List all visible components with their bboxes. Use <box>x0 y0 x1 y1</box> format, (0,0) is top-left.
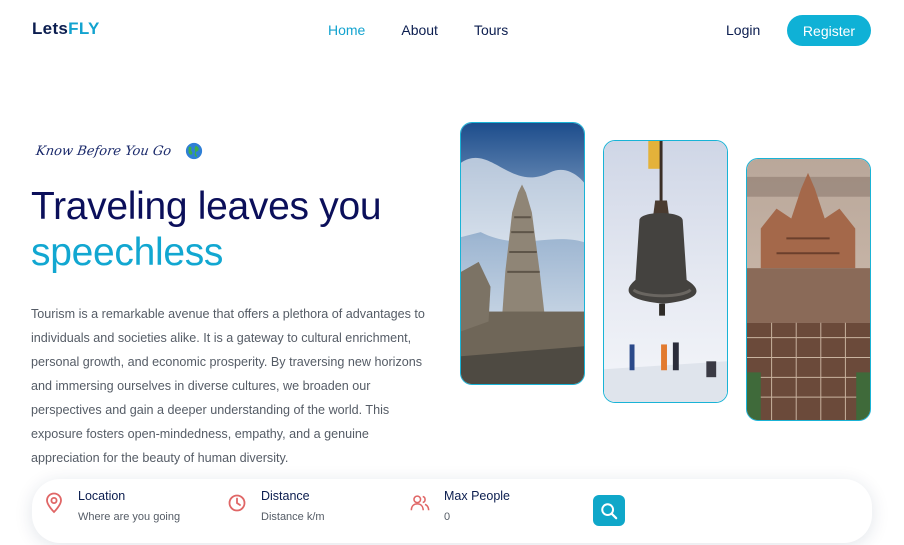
main-menu: Home About Tours <box>328 22 508 38</box>
hero-title-line-1: Traveling leaves you <box>31 185 382 228</box>
brand-logo[interactable]: LetsFLY <box>32 19 100 39</box>
distance-input[interactable]: Distance k/m <box>261 511 325 523</box>
distance-label: Distance <box>261 489 310 503</box>
max-people-field[interactable]: Max People 0 <box>410 489 510 523</box>
gallery-image-temple-complex <box>746 158 871 421</box>
register-button[interactable]: Register <box>787 15 871 46</box>
nav-home-link[interactable]: Home <box>328 22 365 38</box>
users-icon <box>410 495 430 511</box>
nav-tours-link[interactable]: Tours <box>474 22 508 38</box>
hero-title: Traveling leaves you speechless <box>31 184 382 276</box>
brand-part-2: FLY <box>68 19 100 38</box>
login-link[interactable]: Login <box>726 22 760 38</box>
location-field[interactable]: Location Where are you going <box>44 489 180 523</box>
max-people-input[interactable]: 0 <box>444 511 510 523</box>
gallery-image-temple-bell <box>603 140 728 403</box>
search-button[interactable] <box>593 495 625 526</box>
search-icon <box>601 502 618 519</box>
tagline-text: Know Before You Go <box>34 143 173 159</box>
tagline: Know Before You Go <box>34 142 203 160</box>
globe-icon <box>185 142 203 160</box>
location-label: Location <box>78 489 126 503</box>
hero-description: Tourism is a remarkable avenue that offe… <box>31 307 425 465</box>
search-bar: Location Where are you going Distance Di… <box>32 479 872 543</box>
brand-part-1: Lets <box>32 19 69 38</box>
map-pin-icon <box>46 492 62 514</box>
navbar: LetsFLY Home About Tours Login Register <box>0 0 904 62</box>
gallery-image-temple-tower <box>460 122 585 385</box>
clock-icon <box>228 494 246 512</box>
location-input[interactable]: Where are you going <box>78 511 180 523</box>
hero-title-line-2: speechless <box>31 231 224 274</box>
max-people-label: Max People <box>444 489 511 503</box>
nav-about-link[interactable]: About <box>401 22 438 38</box>
distance-field[interactable]: Distance Distance k/m <box>227 489 325 523</box>
